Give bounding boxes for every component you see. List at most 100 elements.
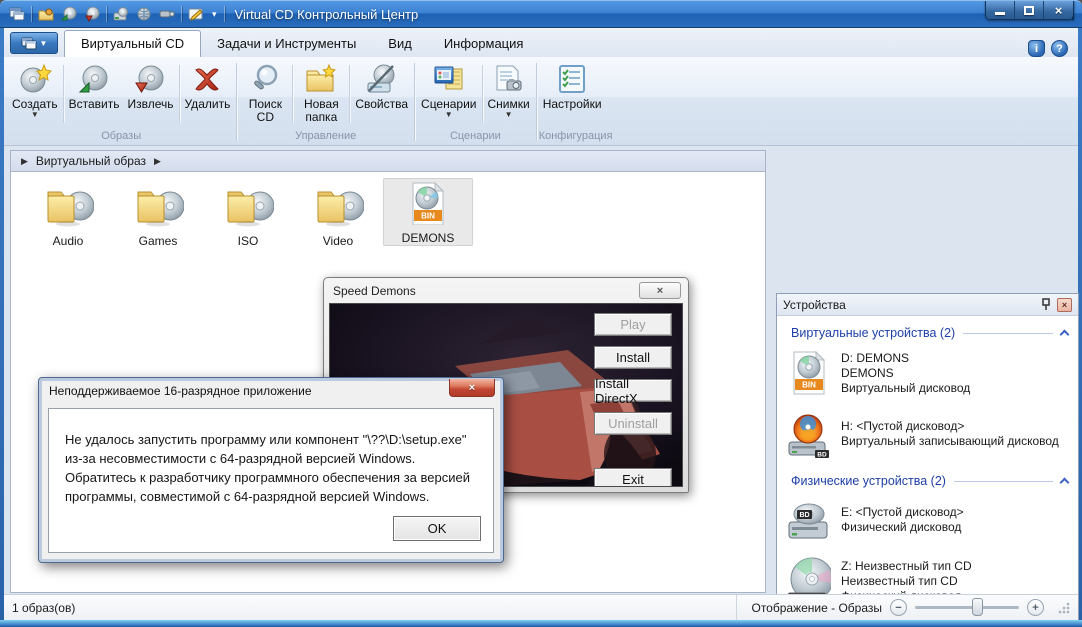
section-physical-devices[interactable]: Физические устройства (2) <box>777 464 1078 490</box>
zoom-out-button[interactable]: − <box>890 599 907 616</box>
dialog-message-panel: Не удалось запустить программу или компо… <box>48 408 494 553</box>
devices-panel: Устройства × Виртуальные устройства (2) <box>776 293 1079 627</box>
panel-close-button[interactable]: × <box>1057 297 1072 312</box>
dialog-title: Speed Demons <box>333 283 416 298</box>
settings-button[interactable]: Настройки <box>539 59 606 129</box>
install-directx-button[interactable]: Install DirectX <box>594 376 672 406</box>
section-virtual-devices[interactable]: Виртуальные устройства (2) <box>777 316 1078 342</box>
view-mode-label: Отображение - Образы <box>751 600 882 615</box>
folder-item-games[interactable]: Games <box>113 178 203 248</box>
ok-button[interactable]: OK <box>393 516 481 541</box>
folder-disc-icon <box>137 191 184 227</box>
dialog-close-button[interactable]: × <box>639 282 681 299</box>
new-folder-icon <box>304 62 338 96</box>
snapshots-icon <box>492 62 526 96</box>
device-line: E: <Пустой дисковод> <box>841 505 964 519</box>
device-line: DEMONS <box>841 365 894 380</box>
collapse-chevron-icon[interactable] <box>1059 477 1070 488</box>
ribbon-group-management: Поиск CD Новая папка Свойства Управление <box>239 59 412 145</box>
folder-item-iso[interactable]: ISO <box>203 178 293 248</box>
app-window-icon <box>21 37 37 49</box>
folder-lock-icon[interactable] <box>37 5 55 23</box>
device-item-h-burner[interactable]: BD H: <Пустой дисковод> Виртуальный запи… <box>777 402 1078 464</box>
section-header-label: Виртуальные устройства (2) <box>791 326 956 340</box>
uninstall-button[interactable]: Uninstall <box>594 412 672 435</box>
button-separator <box>349 65 351 123</box>
insert-disc-icon <box>77 62 111 96</box>
zoom-slider-thumb[interactable] <box>972 598 984 616</box>
toolbar-dropdown-icon[interactable]: ▾ <box>210 9 219 20</box>
minimize-button[interactable] <box>986 1 1015 19</box>
dialog-close-button[interactable]: × <box>449 379 495 397</box>
toolbar-separator <box>106 6 107 22</box>
help-icon[interactable]: ? <box>1051 40 1068 57</box>
bd-drive-icon: BD <box>788 503 828 539</box>
device-item-d-demons[interactable]: BIN D: DEMONS DEMONS Виртуальный дисково… <box>777 342 1078 402</box>
eject-disc-icon <box>133 62 167 96</box>
disc-network-icon[interactable] <box>135 5 153 23</box>
section-header-label: Физические устройства (2) <box>791 474 946 488</box>
device-line: Виртуальный записывающий дисковод <box>841 434 1059 448</box>
folder-disc-icon <box>47 191 94 227</box>
bin-image-file-icon: BIN <box>793 350 826 395</box>
collapse-chevron-icon[interactable] <box>1059 329 1070 340</box>
group-separator <box>236 63 238 141</box>
info-icon[interactable]: i <box>1028 40 1045 57</box>
tab-tasks-tools[interactable]: Задачи и Инструменты <box>201 31 372 57</box>
group-separator <box>535 63 537 141</box>
image-file-item-demons[interactable]: BIN DEMONS <box>383 178 473 246</box>
tab-view[interactable]: Вид <box>372 31 428 57</box>
section-divider <box>963 332 1053 334</box>
chevron-down-icon: ▼ <box>30 110 39 119</box>
tab-information[interactable]: Информация <box>428 31 540 57</box>
error-dialog: Неподдерживаемое 16-разрядное приложение… <box>38 377 504 563</box>
bin-image-file-icon: BIN <box>412 181 445 225</box>
svg-text:BD: BD <box>817 452 827 459</box>
status-bar: 1 образ(ов) Отображение - Образы − + <box>4 594 1078 620</box>
resize-grip-icon[interactable] <box>1058 601 1070 614</box>
play-button[interactable]: Play <box>594 313 672 336</box>
group-label-scenarios: Сценарии <box>449 130 501 142</box>
snapshots-button[interactable]: Снимки ▼ <box>484 59 534 129</box>
search-cd-button[interactable]: Поиск CD <box>239 59 291 129</box>
device-item-e-drive[interactable]: BD E: <Пустой дисковод> Физический диско… <box>777 490 1078 548</box>
create-image-button[interactable]: Создать ▼ <box>8 59 62 129</box>
properties-button[interactable]: Свойства <box>351 59 412 129</box>
zoom-in-button[interactable]: + <box>1027 599 1044 616</box>
maximize-button[interactable] <box>1015 1 1044 19</box>
folder-item-video[interactable]: Video <box>293 178 383 248</box>
delete-button[interactable]: Удалить <box>181 59 235 129</box>
disc-eject-icon[interactable] <box>83 5 101 23</box>
maximize-icon <box>1024 5 1034 15</box>
breadcrumb[interactable]: ▶ Виртуальный образ ▶ <box>10 150 766 172</box>
settings-checklist-icon <box>556 62 588 96</box>
toolbar-separator <box>31 6 32 22</box>
tab-virtual-cd[interactable]: Виртуальный CD <box>64 30 202 57</box>
disc-copy-icon[interactable] <box>112 5 130 23</box>
new-folder-button[interactable]: Новая папка <box>294 59 348 129</box>
minimize-icon <box>995 11 1005 15</box>
window-controls: × <box>985 1 1074 20</box>
close-button[interactable]: × <box>1044 1 1073 19</box>
usb-drive-icon[interactable] <box>158 5 176 23</box>
breadcrumb-item[interactable]: Виртуальный образ <box>36 154 146 168</box>
button-separator <box>62 65 64 123</box>
virtual-burner-drive-icon: BD <box>788 414 829 459</box>
ribbon-group-scenarios: Сценарии ▼ Снимки ▼ Сценарии <box>417 59 534 145</box>
scenarios-button[interactable]: Сценарии ▼ <box>417 59 480 129</box>
devices-panel-header: Устройства × <box>777 294 1078 316</box>
window-switch-icon[interactable] <box>8 5 26 23</box>
insert-image-button[interactable]: Вставить <box>65 59 124 129</box>
disc-insert-icon[interactable] <box>60 5 78 23</box>
folder-disc-icon <box>227 191 274 227</box>
application-menu-button[interactable]: ▼ <box>10 32 58 54</box>
zoom-slider[interactable] <box>915 598 1019 616</box>
install-button[interactable]: Install <box>594 346 672 369</box>
pin-icon[interactable] <box>1041 298 1051 311</box>
image-file-label: DEMONS <box>401 231 455 245</box>
eject-image-button[interactable]: Извлечь <box>123 59 177 129</box>
title-bar: ▾ Virtual CD Контрольный Центр × <box>0 0 1082 28</box>
editor-pen-icon[interactable] <box>187 5 205 23</box>
exit-button[interactable]: Exit <box>594 468 672 486</box>
folder-item-audio[interactable]: Audio <box>23 178 113 248</box>
